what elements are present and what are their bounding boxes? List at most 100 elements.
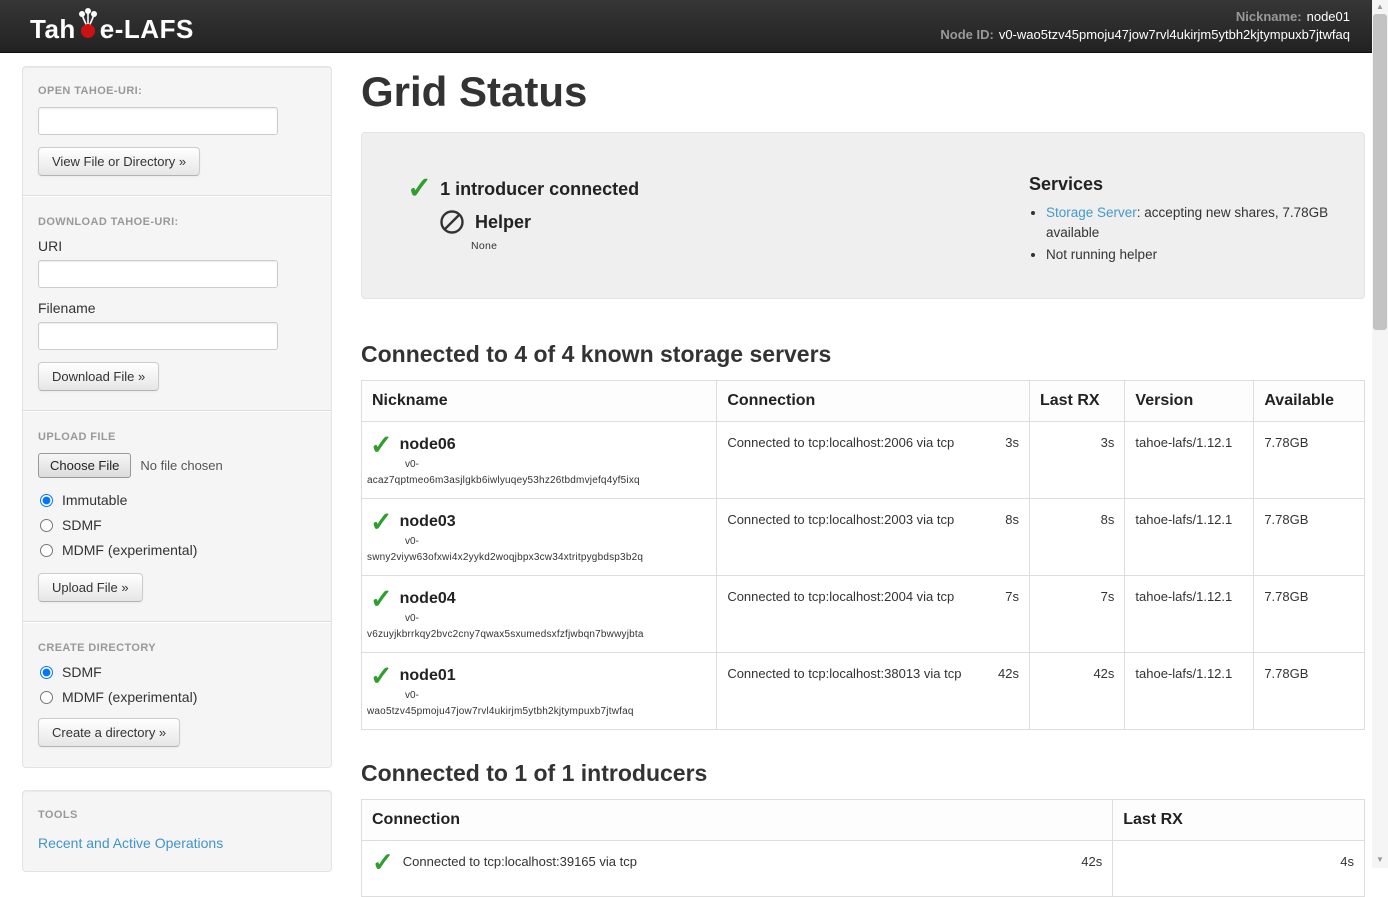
helper-value: None [471, 240, 1029, 252]
upload-format-radios: Immutable SDMF MDMF (experimental) [38, 492, 316, 558]
radio-input[interactable] [40, 519, 53, 532]
check-icon: ✓ [370, 432, 393, 459]
recent-operations-link[interactable]: Recent and Active Operations [38, 835, 223, 851]
connection-text: Connected to tcp:localhost:2004 via tcp [727, 589, 954, 604]
no-file-chosen-text: No file chosen [140, 458, 222, 473]
radio-label: SDMF [62, 664, 102, 680]
main-content: Grid Status ✓ 1 introducer connected Hel… [361, 66, 1365, 897]
table-row: ✓ node03 v0- swny2viyw63ofxwi4x2yykd2woq… [362, 498, 1365, 575]
connection-cell: Connected to tcp:localhost:2004 via tcp … [717, 575, 1030, 652]
tahoe-dot-tree-icon [76, 7, 100, 45]
connection-time: 8s [1005, 512, 1019, 527]
connection-time: 3s [1005, 435, 1019, 450]
radio-input[interactable] [40, 691, 53, 704]
server-nickname: node01 [400, 667, 456, 685]
upload-file-button[interactable]: Upload File » [38, 573, 143, 602]
open-uri-input[interactable] [38, 107, 278, 135]
upload-file-section: UPLOAD FILE Choose File No file chosen I… [38, 431, 316, 602]
connection-cell: ✓ Connected to tcp:localhost:39165 via t… [362, 840, 1113, 896]
services-list: Storage Server: accepting new shares, 7.… [1029, 203, 1342, 265]
version-cell: tahoe-lafs/1.12.1 [1125, 498, 1254, 575]
available-cell: 7.78GB [1254, 652, 1365, 729]
status-summary: ✓ 1 introducer connected Helper None [407, 174, 1029, 268]
logo-text-pre: Tah [30, 14, 76, 45]
connection-cell: Connected to tcp:localhost:38013 via tcp… [717, 652, 1030, 729]
radio-option[interactable]: MDMF (experimental) [38, 689, 316, 705]
app-logo: Tah e-LAFS [30, 7, 194, 45]
sidebar: OPEN TAHOE-URI: View File or Directory »… [22, 66, 332, 872]
column-header: Available [1254, 380, 1365, 421]
uri-field-label: URI [38, 238, 316, 254]
grid-status-well: ✓ 1 introducer connected Helper None Ser… [361, 132, 1365, 299]
storage-servers-heading: Connected to 4 of 4 known storage server… [361, 341, 1365, 368]
radio-input[interactable] [40, 494, 53, 507]
sidebar-forms-panel: OPEN TAHOE-URI: View File or Directory »… [22, 66, 332, 768]
download-filename-input[interactable] [38, 322, 278, 350]
radio-option[interactable]: SDMF [38, 517, 316, 533]
check-icon: ✓ [370, 509, 393, 536]
available-cell: 7.78GB [1254, 421, 1365, 498]
radio-option[interactable]: Immutable [38, 492, 316, 508]
download-uri-label: DOWNLOAD TAHOE-URI: [38, 216, 316, 228]
scroll-up-arrow[interactable]: ▲ [1372, 2, 1388, 12]
services-title: Services [1029, 174, 1342, 195]
create-directory-section: CREATE DIRECTORY SDMF MDMF (experimental)… [38, 642, 316, 747]
service-item: Not running helper [1046, 245, 1342, 265]
no-entry-icon [439, 209, 465, 235]
connection-text: Connected to tcp:localhost:38013 via tcp [727, 666, 961, 681]
introducers-heading: Connected to 1 of 1 introducers [361, 760, 1365, 787]
view-file-button[interactable]: View File or Directory » [38, 147, 200, 176]
scroll-down-arrow[interactable]: ▼ [1372, 855, 1388, 865]
scrollbar-thumb[interactable] [1373, 14, 1387, 330]
column-header: Last RX [1029, 380, 1124, 421]
download-uri-input[interactable] [38, 260, 278, 288]
open-uri-label: OPEN TAHOE-URI: [38, 85, 316, 97]
column-header: Version [1125, 380, 1254, 421]
connection-text: Connected to tcp:localhost:39165 via tcp [403, 854, 1081, 869]
connection-time: 7s [1005, 589, 1019, 604]
helper-title: Helper [475, 212, 531, 233]
create-directory-label: CREATE DIRECTORY [38, 642, 316, 654]
nickname-cell: ✓ node06 v0- acaz7qptmeo6m3asjlgkb6iwlyu… [362, 421, 717, 498]
page-title: Grid Status [361, 68, 1365, 116]
check-icon: ✓ [372, 849, 394, 875]
node-info: Nickname:node01 Node ID:v0-wao5tzv45pmoj… [940, 8, 1350, 44]
radio-option[interactable]: SDMF [38, 664, 316, 680]
choose-file-button[interactable]: Choose File [38, 453, 131, 478]
connection-time: 42s [998, 666, 1019, 681]
connection-cell: Connected to tcp:localhost:2006 via tcp … [717, 421, 1030, 498]
storage-servers-header-row: NicknameConnectionLast RXVersionAvailabl… [362, 380, 1365, 421]
introducers-body: ✓ Connected to tcp:localhost:39165 via t… [362, 840, 1365, 896]
nickname-cell: ✓ node04 v0- v6zuyjkbrrkqy2bvc2cny7qwax5… [362, 575, 717, 652]
check-icon: ✓ [407, 174, 432, 204]
server-nickname: node04 [400, 590, 456, 608]
nickname-label: Nickname: [1236, 9, 1302, 24]
logo-text-post: e-LAFS [100, 14, 194, 45]
column-header: Connection [717, 380, 1030, 421]
radio-input[interactable] [40, 544, 53, 557]
column-header: Nickname [362, 380, 717, 421]
download-uri-section: DOWNLOAD TAHOE-URI: URI Filename Downloa… [38, 216, 316, 391]
filename-field-label: Filename [38, 300, 316, 316]
create-directory-button[interactable]: Create a directory » [38, 718, 180, 747]
node-id-label: Node ID: [940, 27, 993, 42]
storage-servers-table: NicknameConnectionLast RXVersionAvailabl… [361, 380, 1365, 730]
radio-input[interactable] [40, 666, 53, 679]
radio-option[interactable]: MDMF (experimental) [38, 542, 316, 558]
services-section: Services Storage Server: accepting new s… [1029, 174, 1354, 268]
nickname-cell: ✓ node01 v0- wao5tzv45pmoju47jow7rvl4uki… [362, 652, 717, 729]
version-cell: tahoe-lafs/1.12.1 [1125, 652, 1254, 729]
open-uri-section: OPEN TAHOE-URI: View File or Directory » [38, 85, 316, 176]
check-icon: ✓ [370, 586, 393, 613]
storage-server-link[interactable]: Storage Server [1046, 205, 1137, 220]
scrollbar[interactable]: ▲ ▼ [1372, 0, 1388, 868]
version-cell: tahoe-lafs/1.12.1 [1125, 421, 1254, 498]
nickname-cell: ✓ node03 v0- swny2viyw63ofxwi4x2yykd2woq… [362, 498, 717, 575]
connection-text: Connected to tcp:localhost:2003 via tcp [727, 512, 954, 527]
mkdir-format-radios: SDMF MDMF (experimental) [38, 664, 316, 705]
introducer-connected-text: 1 introducer connected [440, 179, 639, 200]
download-file-button[interactable]: Download File » [38, 362, 159, 391]
available-cell: 7.78GB [1254, 575, 1365, 652]
server-nickname: node03 [400, 513, 456, 531]
introducers-table: ConnectionLast RX ✓ Connected to tcp:loc… [361, 799, 1365, 897]
